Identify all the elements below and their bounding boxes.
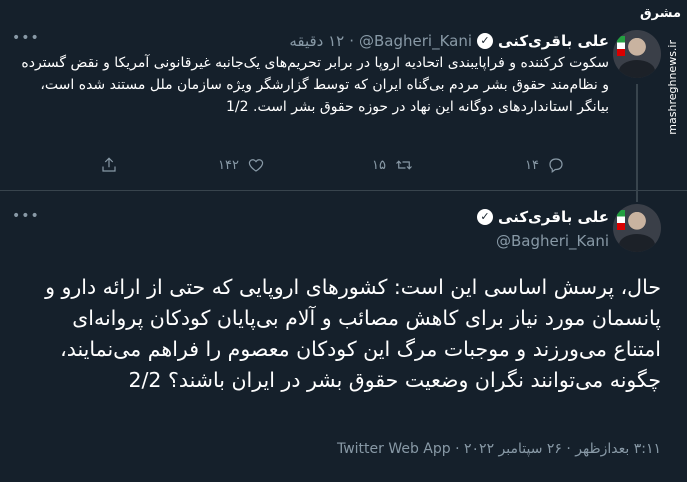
tweet-2-meta[interactable]: ۳:۱۱ بعدازظهر · ۲۶ سپتامبر ۲۰۲۲ · Twitte… (337, 441, 661, 457)
tweet-1-header: علی باقری‌کنی ✓ @Bagheri_Kani · ۱۲ دقیقه (289, 32, 609, 50)
like-button[interactable]: ۱۴۲ (218, 156, 265, 174)
timestamp[interactable]: ۱۲ دقیقه (289, 32, 344, 50)
more-options-icon[interactable]: ••• (12, 208, 40, 224)
retweet-icon (396, 160, 412, 170)
reply-icon (549, 158, 563, 173)
retweet-count: ۱۵ (372, 157, 386, 173)
verified-badge-icon: ✓ (477, 209, 494, 225)
thread-line (636, 84, 638, 190)
tweet-1-text: سکوت کرکننده و فراپایبندی اتحادیه اروپا … (21, 55, 609, 115)
tweet-2-text: حال، پرسش اساسی این است: کشورهای اروپایی… (45, 275, 661, 392)
flag-icon (617, 36, 625, 56)
display-name[interactable]: علی باقری‌کنی (498, 208, 609, 226)
verified-badge-icon: ✓ (477, 33, 494, 49)
handle[interactable]: @Bagheri_Kani (359, 32, 472, 50)
tweet-1[interactable]: علی باقری‌کنی ✓ @Bagheri_Kani · ۱۲ دقیقه… (0, 0, 687, 190)
reply-count: ۱۴ (525, 157, 539, 173)
divider (0, 190, 687, 191)
share-button[interactable] (100, 156, 118, 174)
handle[interactable]: @Bagheri_Kani (496, 232, 609, 250)
more-options-icon[interactable]: ••• (12, 30, 40, 46)
tweet-1-actions: ۱۴ ۱۵ ۱۴۲ (90, 156, 600, 176)
tweet-2-header: علی باقری‌کنی ✓ (477, 208, 609, 226)
reply-button[interactable]: ۱۴ (525, 156, 565, 174)
like-count: ۱۴۲ (218, 157, 239, 173)
avatar[interactable] (613, 30, 661, 78)
thread-line-top (636, 190, 638, 202)
retweet-button[interactable]: ۱۵ (372, 156, 414, 174)
share-icon (102, 157, 116, 172)
display-name[interactable]: علی باقری‌کنی (498, 32, 609, 50)
separator-dot: · (349, 32, 355, 50)
heart-icon (248, 159, 264, 172)
flag-icon (617, 210, 625, 230)
avatar[interactable] (613, 204, 661, 252)
